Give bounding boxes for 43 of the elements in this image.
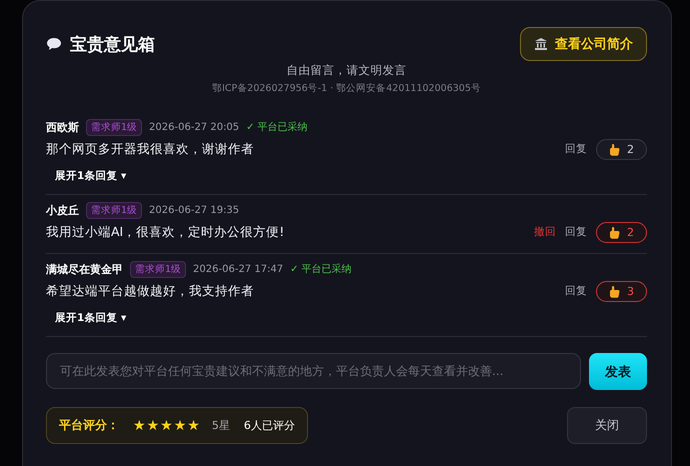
- star-icon: ★: [187, 418, 200, 434]
- bank-icon: [534, 37, 548, 51]
- star-icon: ★: [146, 418, 160, 434]
- user-name: 小皮丘: [46, 202, 79, 218]
- level-badge: 需求师1级: [86, 118, 142, 136]
- rating-count: 6人已评分: [244, 418, 295, 433]
- comment-text: 我用过小端AI，很喜欢，定时办公很方便!: [46, 224, 284, 240]
- reply-link[interactable]: 回复: [565, 284, 587, 298]
- timestamp: 2026-06-27 19:35: [149, 204, 240, 216]
- expand-replies-link[interactable]: 展开1条回复 ▾: [55, 169, 126, 183]
- user-name: 满城尽在黄金甲: [46, 262, 123, 276]
- star-icon: ★: [174, 418, 186, 434]
- rating-label: 平台评分：: [59, 417, 119, 434]
- adopted-label: ✓ 平台已采纳: [290, 262, 352, 276]
- like-button[interactable]: 3: [596, 280, 647, 302]
- comment-text: 那个网页多开器我很喜欢，谢谢作者: [46, 140, 254, 158]
- post-button[interactable]: 发表: [589, 353, 647, 390]
- level-badge: 需求师1级: [130, 260, 186, 278]
- user-name: 西欧斯: [46, 120, 79, 134]
- level-badge: 需求师1级: [86, 202, 142, 218]
- subtitle: 自由留言，请文明发言: [286, 63, 408, 78]
- adopted-label: ✓ 平台已采纳: [246, 120, 308, 134]
- reply-link[interactable]: 回复: [565, 225, 587, 239]
- rating-score: 5星: [212, 418, 230, 433]
- license-text: 鄂ICP备2026027956号-1 · 鄂公网安备42011102006305号: [211, 82, 482, 95]
- thumbs-up-icon: [609, 142, 620, 156]
- expand-replies-link[interactable]: 展开1条回复 ▾: [55, 311, 126, 325]
- star-icon: ★: [160, 418, 173, 434]
- thumbs-up-icon: [609, 226, 620, 238]
- like-button[interactable]: 2: [596, 138, 647, 160]
- thumbs-up-icon: [609, 284, 620, 298]
- close-button[interactable]: 关闭: [567, 407, 647, 444]
- dialog-title: 宝贵意见箱: [70, 34, 155, 56]
- star-icon: ★: [133, 418, 146, 434]
- speech-bubble-icon: [46, 37, 62, 51]
- company-profile-button[interactable]: 查看公司简介: [520, 27, 647, 61]
- retract-link[interactable]: 撤回: [534, 225, 556, 239]
- comment-text: 希望达端平台越做越好，我支持作者: [46, 282, 254, 300]
- timestamp: 2026-06-27 20:05: [149, 122, 240, 132]
- timestamp: 2026-06-27 17:47: [193, 264, 284, 274]
- like-button[interactable]: 2: [596, 222, 647, 242]
- comment-input-field[interactable]: 可在此发表您对平台任何宝贵建议和不满意的地方，平台负责人会每天查看并改善...: [46, 353, 581, 389]
- reply-link[interactable]: 回复: [565, 142, 587, 156]
